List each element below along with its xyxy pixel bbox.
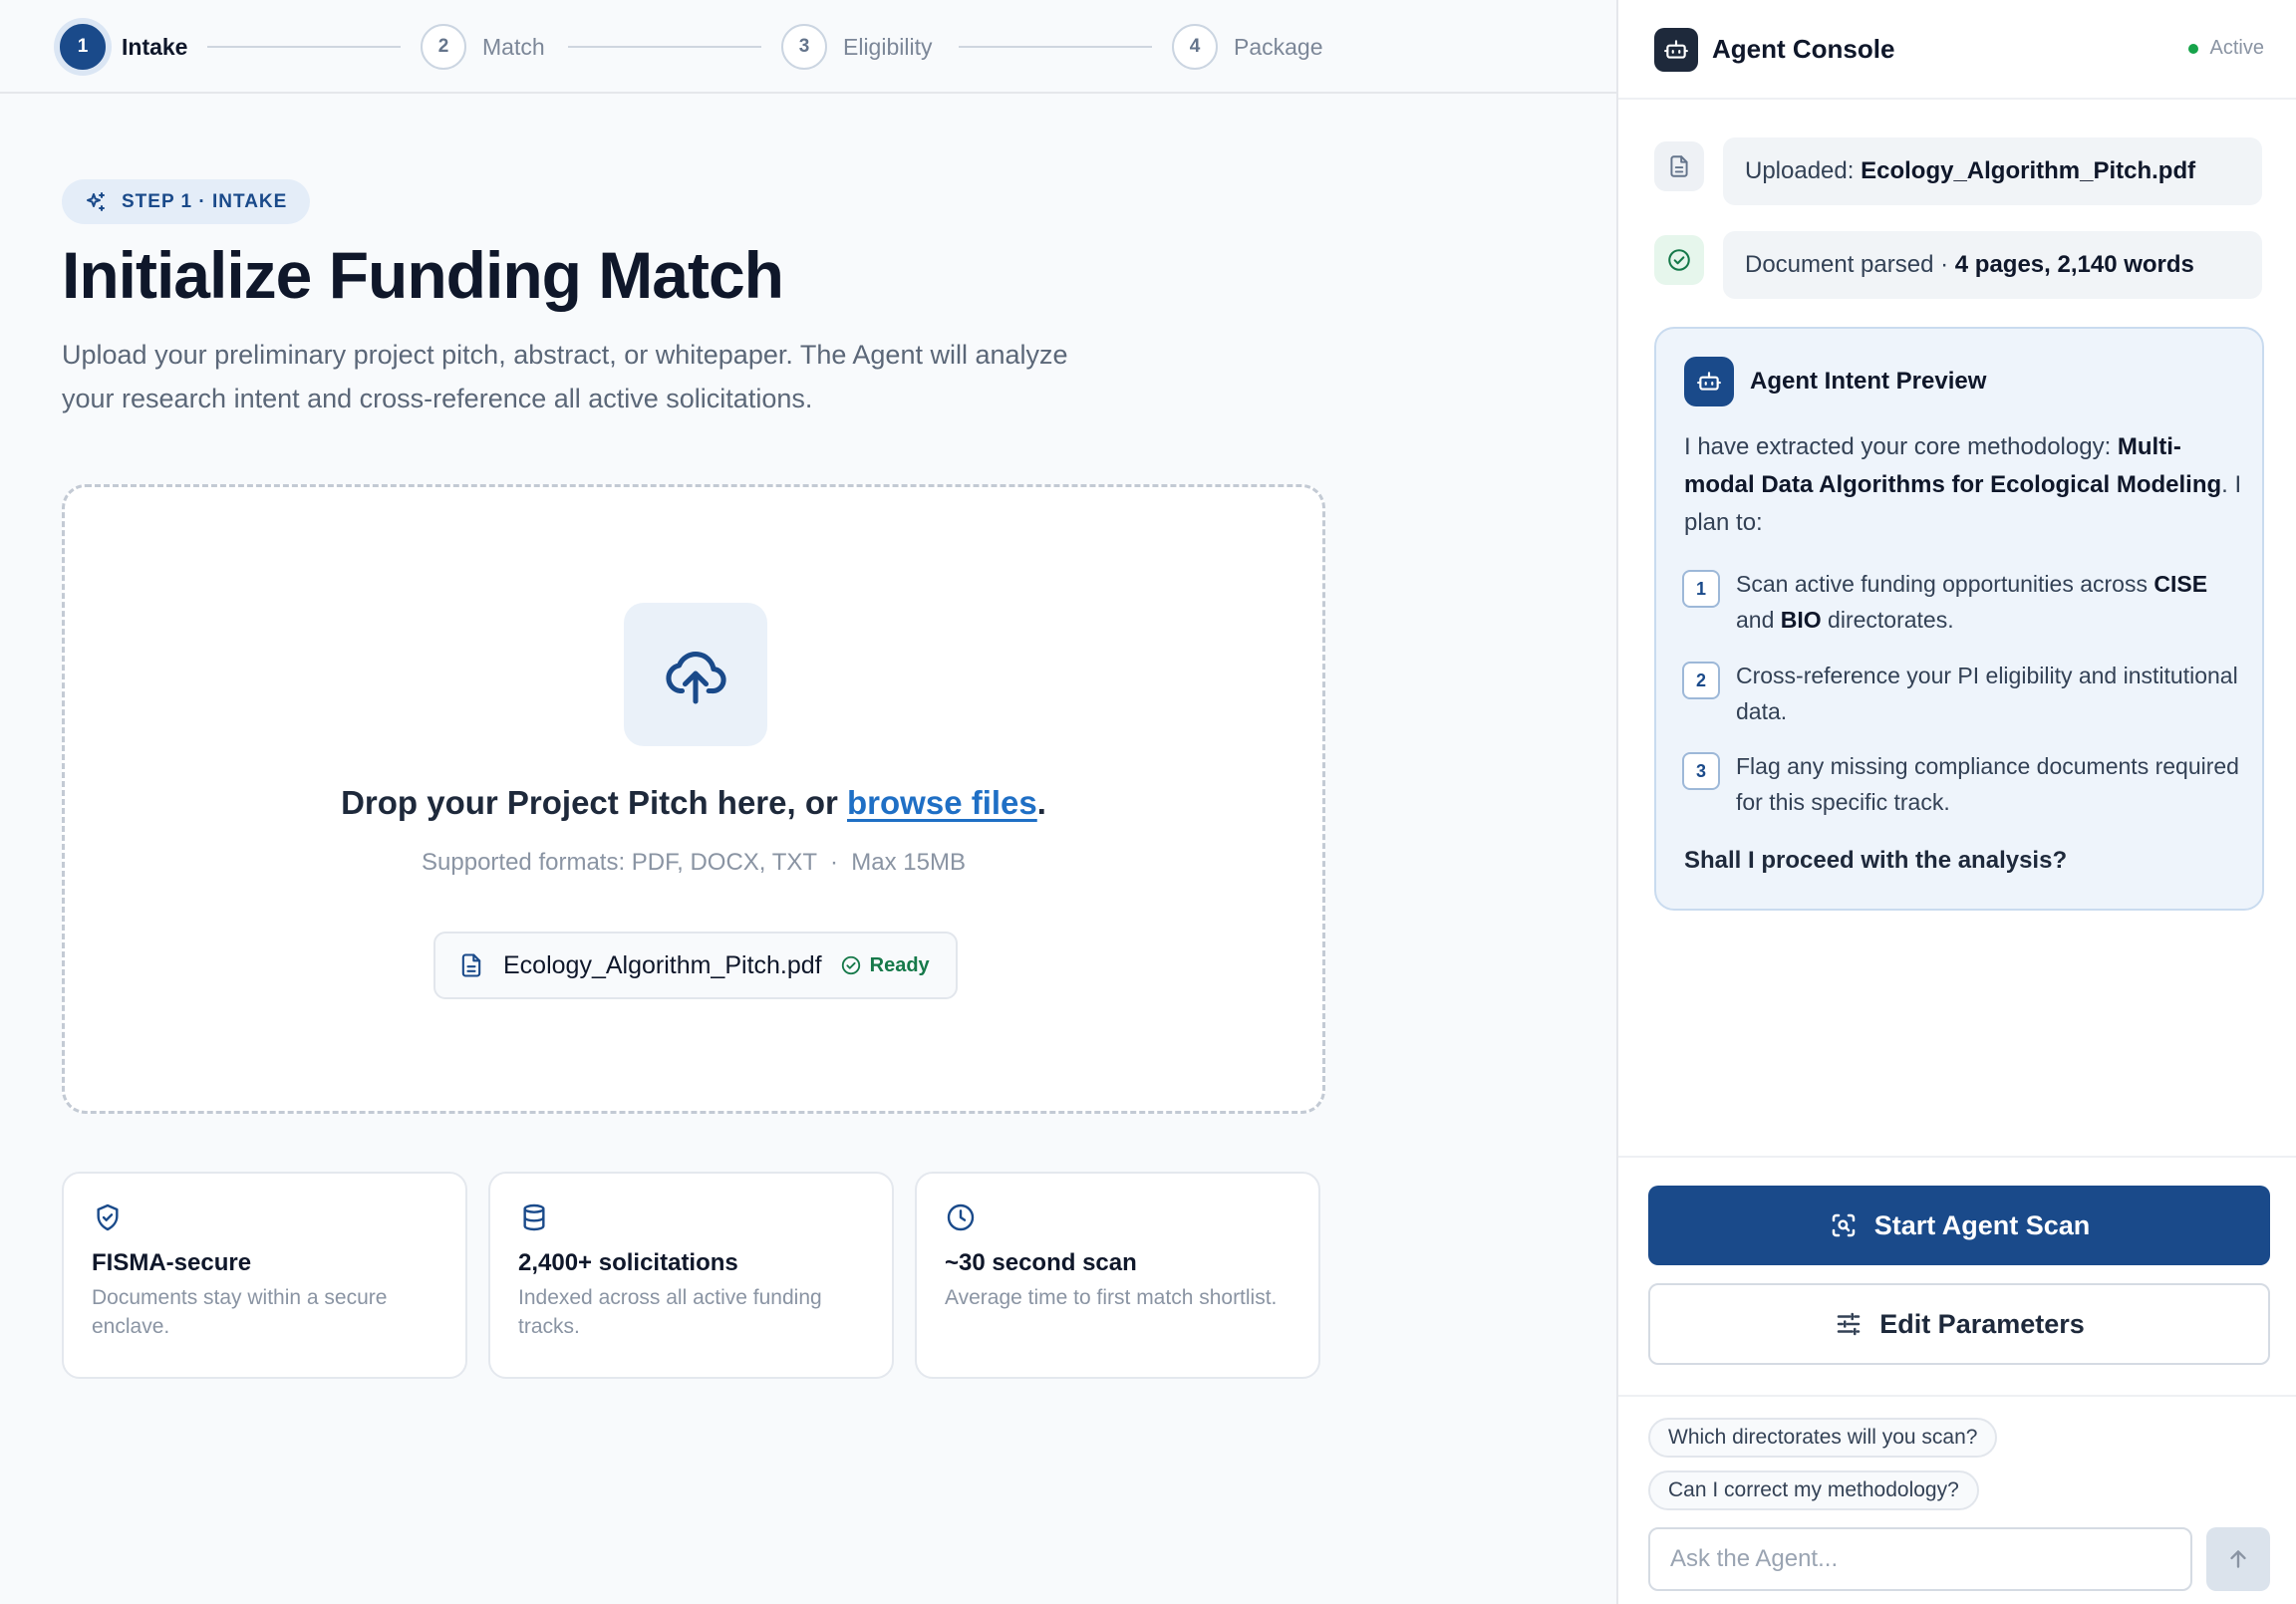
file-status: Ready	[840, 954, 930, 977]
plan-text-part: directorates.	[1821, 607, 1954, 633]
file-name: Ecology_Algorithm_Pitch.pdf	[503, 950, 822, 979]
send-button[interactable]	[2206, 1527, 2270, 1591]
step-package[interactable]: 4 Package	[1172, 22, 1323, 72]
intro-text: I have extracted your core methodology:	[1684, 433, 2118, 460]
page-title: Initialize Funding Match	[62, 238, 784, 312]
upload-cloud-icon	[624, 603, 767, 746]
console-header: Agent Console Active	[1618, 0, 2296, 100]
log-detail: 4 pages, 2,140 words	[1954, 251, 2194, 278]
log-prefix: Uploaded:	[1745, 157, 1862, 184]
step-number: 3	[781, 24, 827, 70]
file-icon	[457, 951, 485, 979]
feature-title: 2,400+ solicitations	[518, 1249, 738, 1276]
plan-text-part: and	[1736, 607, 1781, 633]
arrow-up-icon	[2225, 1546, 2251, 1572]
uploaded-file-chip[interactable]: Ecology_Algorithm_Pitch.pdf Ready	[433, 932, 958, 999]
feature-title: ~30 second scan	[945, 1249, 1137, 1276]
progress-stepper: 1 Intake 2 Match 3 Eligibility 4 Package	[0, 0, 1616, 94]
step-intake[interactable]: 1 Intake	[60, 22, 187, 72]
console-status: Active	[2187, 37, 2264, 60]
file-dropzone[interactable]: Drop your Project Pitch here, or browse …	[62, 484, 1325, 1114]
scan-icon	[1829, 1210, 1874, 1240]
plan-step-text: Scan active funding opportunities across…	[1736, 566, 2240, 638]
step-number: 1	[60, 24, 106, 70]
divider	[1618, 1395, 2296, 1397]
step-match[interactable]: 2 Match	[421, 22, 545, 72]
suggestion-chip[interactable]: Which directorates will you scan?	[1648, 1418, 1998, 1458]
button-label: Start Agent Scan	[1873, 1209, 2091, 1240]
status-label: Active	[2209, 37, 2264, 59]
step-label: Match	[482, 33, 545, 60]
step-connector	[959, 46, 1152, 48]
step-eligibility[interactable]: 3 Eligibility	[781, 22, 932, 72]
ask-agent-input[interactable]	[1648, 1527, 2192, 1591]
robot-icon	[1684, 357, 1734, 406]
intent-question: Shall I proceed with the analysis?	[1684, 847, 2068, 874]
step-label: Package	[1234, 33, 1323, 60]
feature-card-solicitations: 2,400+ solicitations Indexed across all …	[488, 1172, 894, 1379]
divider	[1618, 1156, 2296, 1158]
feature-card-security: FISMA-secure Documents stay within a sec…	[62, 1172, 467, 1379]
console-title: Agent Console	[1712, 34, 1895, 64]
browse-files-link[interactable]: browse files	[847, 784, 1037, 821]
plan-directorate: CISE	[2153, 571, 2208, 597]
log-prefix: Document parsed ·	[1745, 251, 1955, 278]
step-connector	[568, 46, 761, 48]
step-connector	[207, 46, 401, 48]
plan-text-part: Scan active funding opportunities across	[1736, 571, 2154, 597]
log-message: Uploaded: Ecology_Algorithm_Pitch.pdf	[1723, 137, 2262, 205]
feature-title: FISMA-secure	[92, 1249, 252, 1276]
feature-description: Average time to first match shortlist.	[945, 1286, 1278, 1309]
badge-label: STEP 1 · INTAKE	[122, 190, 288, 212]
sliders-icon	[1834, 1309, 1879, 1339]
dropzone-instruction: Drop your Project Pitch here, or browse …	[65, 784, 1322, 822]
dropzone-text: Drop your Project Pitch here, or	[341, 784, 848, 821]
plan-directorate: BIO	[1780, 607, 1822, 633]
check-circle-icon	[1654, 235, 1704, 285]
start-agent-scan-button[interactable]: Start Agent Scan	[1648, 1186, 2270, 1265]
agent-intent-card: Agent Intent Preview I have extracted yo…	[1654, 327, 2264, 911]
plan-step-text: Cross-reference your PI eligibility and …	[1736, 663, 2238, 724]
check-circle-icon	[840, 954, 870, 976]
page-description: Upload your preliminary project pitch, a…	[62, 340, 1068, 413]
intent-intro: I have extracted your core methodology: …	[1684, 428, 2242, 542]
plan-step-text: Flag any missing compliance documents re…	[1736, 753, 2239, 815]
database-icon	[518, 1202, 864, 1233]
intent-title: Agent Intent Preview	[1750, 368, 1987, 395]
step-number: 4	[1172, 24, 1218, 70]
feature-card-scan-time: ~30 second scan Average time to first ma…	[915, 1172, 1320, 1379]
edit-parameters-button[interactable]: Edit Parameters	[1648, 1283, 2270, 1365]
step-label: Intake	[122, 33, 188, 60]
intent-header: Agent Intent Preview	[1684, 357, 1986, 406]
sparkles-icon	[84, 190, 122, 214]
step-badge: STEP 1 · INTAKE	[62, 179, 310, 224]
log-entry-upload: Uploaded: Ecology_Algorithm_Pitch.pdf	[1654, 137, 2262, 205]
log-entry-parsed: Document parsed · 4 pages, 2,140 words	[1654, 231, 2262, 299]
step-label: Eligibility	[843, 33, 933, 60]
suggestion-chip[interactable]: Can I correct my methodology?	[1648, 1470, 1979, 1510]
main-panel: 1 Intake 2 Match 3 Eligibility 4 Package…	[0, 0, 1616, 1604]
status-dot-icon	[2187, 43, 2198, 54]
feature-description: Documents stay within a secure enclave.	[92, 1286, 388, 1338]
shield-check-icon	[92, 1202, 437, 1233]
clock-icon	[945, 1202, 1291, 1233]
file-status-label: Ready	[869, 953, 930, 976]
button-label: Edit Parameters	[1879, 1308, 2085, 1339]
agent-console-panel: Agent Console Active Uploaded: Ecology_A…	[1616, 0, 2296, 1604]
supported-formats-hint: Supported formats: PDF, DOCX, TXT · Max …	[422, 849, 966, 876]
feature-description: Indexed across all active funding tracks…	[518, 1286, 822, 1338]
file-icon	[1654, 141, 1704, 191]
dropzone-text-end: .	[1036, 784, 1046, 821]
log-message: Document parsed · 4 pages, 2,140 words	[1723, 231, 2262, 299]
plan-step-number: 2	[1682, 662, 1720, 699]
plan-step-number: 1	[1682, 570, 1720, 608]
robot-icon	[1654, 28, 1698, 72]
log-filename: Ecology_Algorithm_Pitch.pdf	[1861, 157, 2196, 184]
plan-step-number: 3	[1682, 752, 1720, 790]
step-number: 2	[421, 24, 466, 70]
